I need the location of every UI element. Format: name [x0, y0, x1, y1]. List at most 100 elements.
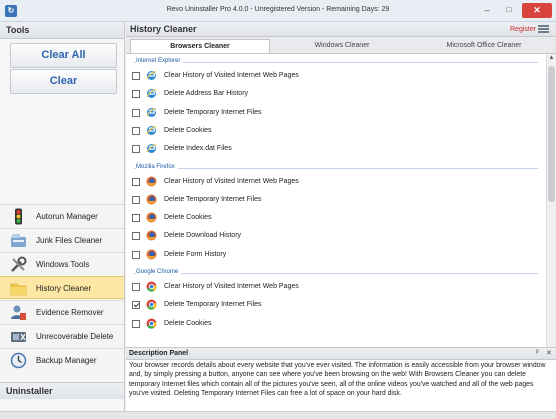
option-label: Delete Cookies [164, 126, 212, 134]
option-checkbox[interactable] [132, 301, 140, 310]
nav-item-evidence-remover[interactable]: Evidence Remover [0, 300, 124, 323]
option-label: Delete Form History [164, 250, 227, 258]
option-checkbox[interactable] [132, 214, 140, 223]
tab-microsoft-office-cleaner[interactable]: Microsoft Office Cleaner [414, 39, 554, 53]
list-item[interactable]: Delete Cookies [132, 318, 536, 332]
close-button[interactable]: ✕ [522, 3, 552, 18]
chrome-icon [146, 281, 157, 292]
window-title: Revo Uninstaller Pro 4.0.0 - Unregistere… [166, 6, 390, 13]
internet-explorer-icon [146, 71, 157, 80]
list-item[interactable]: Delete Temporary Internet Files [132, 107, 536, 121]
nav-label: Junk Files Cleaner [36, 236, 103, 245]
option-checkbox[interactable] [132, 108, 140, 117]
option-label: Delete Address Bar History [164, 90, 249, 98]
option-checkbox[interactable] [132, 145, 140, 154]
list-item[interactable]: Delete Form History [132, 249, 536, 263]
option-label: Delete Index.dat Files [164, 145, 232, 153]
option-checkbox[interactable] [132, 283, 140, 291]
register-link[interactable]: Register [510, 26, 536, 33]
list-item[interactable]: Clear History of Visited Internet Web Pa… [132, 70, 536, 84]
firefox-icon [146, 230, 157, 241]
group-divider [134, 62, 538, 63]
nav-item-windows-tools[interactable]: Windows Tools [0, 252, 124, 275]
backup-clock-icon [10, 352, 27, 369]
tab-browsers-cleaner[interactable]: Browsers Cleaner [130, 39, 270, 53]
internet-explorer-icon [146, 125, 157, 135]
firefox-icon [146, 176, 157, 186]
option-checkbox[interactable] [132, 72, 140, 80]
option-checkbox[interactable] [132, 195, 140, 204]
uninstaller-section[interactable]: Uninstaller [0, 382, 124, 399]
list-item[interactable]: Delete Address Bar History [132, 88, 536, 102]
group-label: Google Chrome [136, 269, 182, 275]
firefox-icon [146, 194, 157, 205]
pin-icon[interactable]: ᵖ [536, 349, 539, 356]
tab-windows-cleaner[interactable]: Windows Cleaner [272, 39, 412, 53]
option-checkbox[interactable] [132, 319, 140, 328]
menu-icon[interactable] [538, 25, 549, 34]
status-bar [0, 411, 556, 419]
nav-label: Evidence Remover [36, 308, 104, 317]
list-item[interactable]: Clear History of Visited Internet Web Pa… [132, 281, 536, 295]
option-label: Delete Temporary Internet Files [164, 301, 262, 309]
tools-panel: Tools Clear All Clear Autorun Manager Ju… [0, 22, 125, 411]
option-label: Clear History of Visited Internet Web Pa… [164, 283, 299, 290]
tools-icon [11, 256, 27, 272]
scroll-up-arrow-icon[interactable]: ▲ [547, 54, 556, 63]
title-bar: ↻ Revo Uninstaller Pro 4.0.0 - Unregiste… [0, 0, 556, 22]
nav-label: History Cleaner [36, 284, 92, 293]
list-item[interactable]: Clear History of Visited Internet Web Pa… [132, 176, 536, 190]
nav-item-history-cleaner[interactable]: History Cleaner [0, 276, 124, 299]
nav-item-autorun-manager[interactable]: Autorun Manager [0, 204, 124, 227]
description-panel: Description Panel ᵖ ✕ Your browser recor… [126, 347, 556, 411]
clear-button[interactable]: Clear [10, 69, 117, 94]
group-label: Mozilla Firefox [136, 163, 178, 170]
nav-label: Backup Manager [36, 356, 97, 365]
option-checkbox[interactable] [132, 126, 140, 135]
tab-bar: Browsers Cleaner Windows Cleaner Microso… [126, 37, 556, 54]
tools-header: Tools [0, 22, 124, 39]
unrecoverable-delete-icon [11, 332, 26, 342]
list-item[interactable]: Delete Download History [132, 230, 536, 244]
nav-item-unrecoverable-delete[interactable]: Unrecoverable Delete [0, 324, 124, 347]
junk-files-icon [11, 234, 26, 247]
evidence-remover-icon [11, 305, 26, 320]
maximize-button[interactable]: □ [498, 3, 520, 18]
description-header: Description Panel ᵖ ✕ [126, 348, 556, 360]
internet-explorer-icon [146, 144, 157, 154]
option-label: Delete Download History [164, 232, 242, 240]
list-item[interactable]: Delete Cookies [132, 212, 536, 226]
nav-label: Windows Tools [36, 260, 90, 269]
option-checkbox[interactable] [132, 250, 140, 259]
list-item[interactable]: Delete Temporary Internet Files [132, 299, 536, 313]
group-internet-explorer: Internet Explorer [134, 57, 538, 67]
option-label: Delete Temporary Internet Files [164, 195, 262, 203]
main-header: History Cleaner Register [126, 22, 556, 37]
vertical-scrollbar[interactable]: ▲ ▼ [546, 54, 556, 358]
scrollbar-thumb[interactable] [548, 66, 555, 202]
option-checkbox[interactable] [132, 90, 140, 99]
group-mozilla-firefox: Mozilla Firefox [134, 163, 538, 173]
internet-explorer-icon [146, 107, 157, 117]
option-label: Delete Cookies [164, 319, 212, 327]
option-checkbox[interactable] [132, 177, 140, 186]
nav-item-junk-files-cleaner[interactable]: Junk Files Cleaner [0, 228, 124, 251]
list-item[interactable]: Delete Cookies [132, 125, 536, 139]
nav-item-backup-manager[interactable]: Backup Manager [0, 348, 124, 371]
chrome-icon [146, 318, 157, 329]
description-title: Description Panel [129, 350, 189, 357]
cleaner-options-list: Internet Explorer Clear History of Visite… [126, 54, 546, 358]
group-divider [134, 167, 538, 169]
option-label: Clear History of Visited Internet Web Pa… [164, 177, 299, 185]
minimize-button[interactable]: – [476, 3, 498, 18]
traffic-light-icon [15, 208, 22, 225]
chrome-icon [146, 299, 157, 311]
clear-all-button[interactable]: Clear All [10, 43, 117, 68]
list-item[interactable]: Delete Temporary Internet Files [132, 194, 536, 208]
option-label: Delete Temporary Internet Files [164, 108, 262, 116]
list-item[interactable]: Delete Index.dat Files [132, 143, 536, 157]
group-google-chrome: Google Chrome [134, 268, 538, 278]
group-label: Internet Explorer [136, 58, 184, 64]
option-checkbox[interactable] [132, 232, 140, 241]
close-panel-icon[interactable]: ✕ [546, 349, 552, 357]
